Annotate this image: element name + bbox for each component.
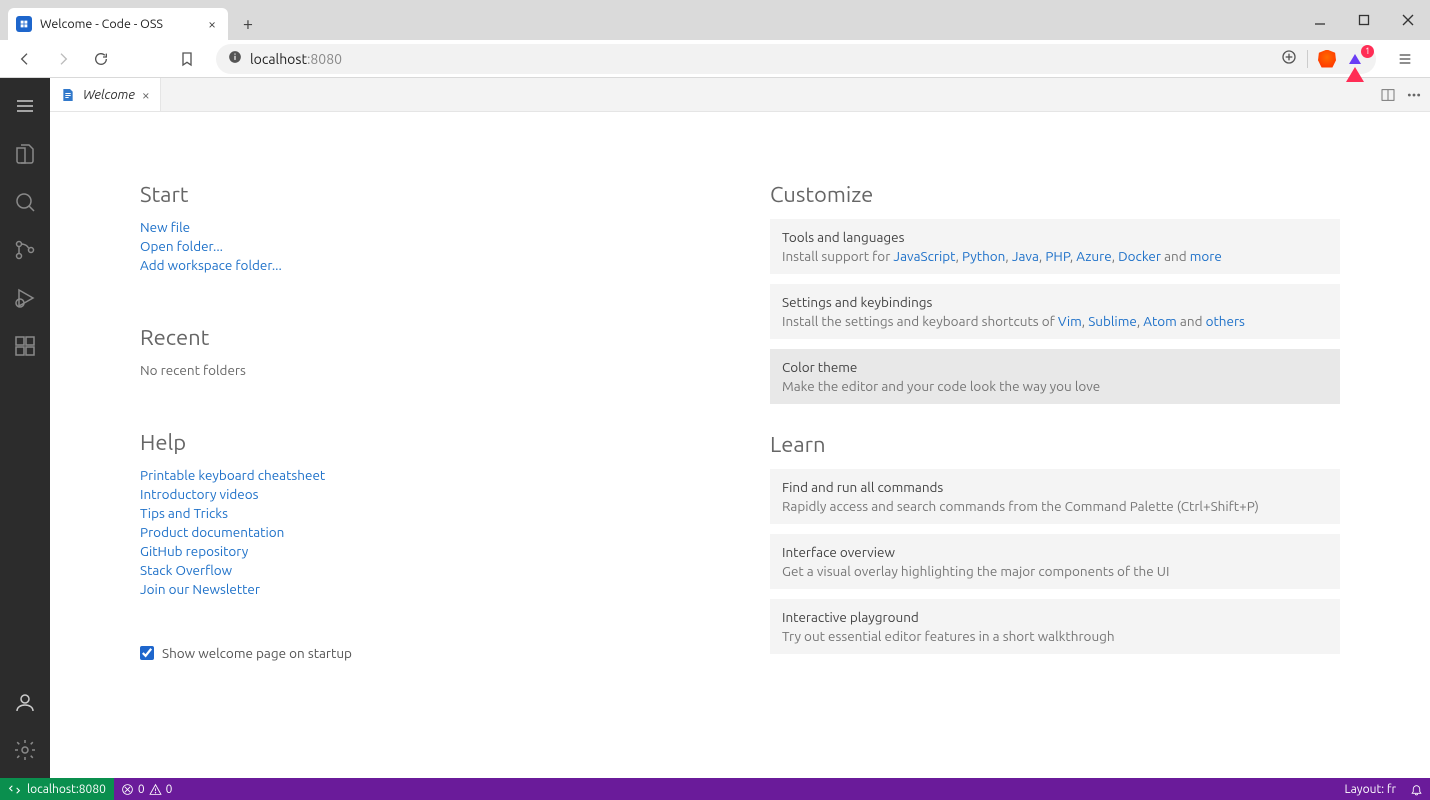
lang-more-link[interactable]: more: [1190, 248, 1222, 264]
menu-button[interactable]: [0, 82, 50, 130]
bookmark-button[interactable]: [172, 44, 202, 74]
card-desc: Install the settings and keyboard shortc…: [782, 313, 1328, 329]
keymap-others-link[interactable]: others: [1206, 313, 1245, 329]
run-debug-icon[interactable]: [0, 274, 50, 322]
reload-button[interactable]: [86, 44, 116, 74]
learn-overview-card[interactable]: Interface overview Get a visual overlay …: [770, 534, 1340, 589]
window-minimize-button[interactable]: [1298, 0, 1342, 40]
show-welcome-checkbox[interactable]: [140, 646, 154, 660]
remote-host-label: localhost:8080: [27, 783, 106, 796]
keymap-vim-link[interactable]: Vim: [1058, 313, 1082, 329]
open-folder-link[interactable]: Open folder...: [140, 238, 710, 254]
customize-tools-card[interactable]: Tools and languages Install support for …: [770, 219, 1340, 274]
help-docs-link[interactable]: Product documentation: [140, 524, 710, 540]
explorer-icon[interactable]: [0, 130, 50, 178]
learn-playground-card[interactable]: Interactive playground Try out essential…: [770, 599, 1340, 654]
help-videos-link[interactable]: Introductory videos: [140, 486, 710, 502]
editor-tab-welcome[interactable]: Welcome ×: [50, 78, 161, 111]
welcome-page: Start New file Open folder... Add worksp…: [50, 112, 1430, 778]
lang-docker-link[interactable]: Docker: [1118, 248, 1161, 264]
brave-rewards-icon[interactable]: 1: [1346, 51, 1364, 67]
learn-commands-card[interactable]: Find and run all commands Rapidly access…: [770, 469, 1340, 524]
start-heading: Start: [140, 182, 710, 207]
new-file-link[interactable]: New file: [140, 219, 710, 235]
new-tab-button[interactable]: +: [234, 10, 262, 38]
add-bookmark-icon[interactable]: [1281, 49, 1297, 68]
toolbar-divider: [1307, 50, 1308, 68]
layout-indicator[interactable]: Layout: fr: [1338, 783, 1403, 796]
address-bar[interactable]: localhost:8080 1: [216, 44, 1376, 74]
rewards-badge: 1: [1361, 45, 1374, 58]
learn-heading: Learn: [770, 432, 1340, 457]
help-tips-link[interactable]: Tips and Tricks: [140, 505, 710, 521]
customize-keybindings-card[interactable]: Settings and keybindings Install the set…: [770, 284, 1340, 339]
card-title: Find and run all commands: [782, 479, 1328, 495]
brave-shields-icon[interactable]: [1318, 50, 1336, 68]
keymap-atom-link[interactable]: Atom: [1143, 313, 1177, 329]
lang-python-link[interactable]: Python: [962, 248, 1005, 264]
problems-button[interactable]: 0 0: [114, 778, 180, 800]
editor-more-icon[interactable]: [1406, 87, 1422, 103]
notifications-icon[interactable]: [1403, 783, 1430, 796]
browser-toolbar: localhost:8080 1: [0, 40, 1430, 78]
browser-menu-button[interactable]: [1390, 51, 1420, 67]
window-maximize-button[interactable]: [1342, 0, 1386, 40]
source-control-icon[interactable]: [0, 226, 50, 274]
recent-empty: No recent folders: [140, 362, 710, 378]
card-title: Interface overview: [782, 544, 1328, 560]
card-desc: Rapidly access and search commands from …: [782, 498, 1328, 514]
browser-tab-close-icon[interactable]: ×: [206, 16, 218, 32]
split-editor-icon[interactable]: [1380, 87, 1396, 103]
activity-bar: [0, 78, 50, 778]
card-desc: Install support for JavaScript, Python, …: [782, 248, 1328, 264]
window-close-button[interactable]: [1386, 0, 1430, 40]
url-port: :8080: [307, 51, 342, 67]
welcome-file-icon: [60, 87, 76, 103]
card-title: Color theme: [782, 359, 1328, 375]
accounts-icon[interactable]: [0, 678, 50, 726]
recent-heading: Recent: [140, 325, 710, 350]
help-cheatsheet-link[interactable]: Printable keyboard cheatsheet: [140, 467, 710, 483]
extensions-icon[interactable]: [0, 322, 50, 370]
browser-tab[interactable]: Welcome - Code - OSS ×: [8, 8, 228, 40]
browser-tab-title: Welcome - Code - OSS: [40, 17, 198, 31]
card-title: Interactive playground: [782, 609, 1328, 625]
card-title: Tools and languages: [782, 229, 1328, 245]
show-welcome-label: Show welcome page on startup: [162, 645, 352, 661]
nav-back-button[interactable]: [10, 44, 40, 74]
error-count: 0: [138, 783, 145, 796]
remote-host-button[interactable]: localhost:8080: [0, 778, 114, 800]
help-github-link[interactable]: GitHub repository: [140, 543, 710, 559]
lang-js-link[interactable]: JavaScript: [893, 248, 955, 264]
customize-heading: Customize: [770, 182, 1340, 207]
status-bar: localhost:8080 0 0 Layout: fr: [0, 778, 1430, 800]
help-newsletter-link[interactable]: Join our Newsletter: [140, 581, 710, 597]
browser-titlebar: Welcome - Code - OSS × +: [0, 0, 1430, 40]
site-info-icon[interactable]: [228, 50, 242, 67]
card-desc: Try out essential editor features in a s…: [782, 628, 1328, 644]
lang-java-link[interactable]: Java: [1012, 248, 1039, 264]
search-icon[interactable]: [0, 178, 50, 226]
card-desc: Get a visual overlay highlighting the ma…: [782, 563, 1328, 579]
help-heading: Help: [140, 430, 710, 455]
editor-tab-label: Welcome: [83, 88, 135, 102]
favicon-icon: [16, 16, 32, 32]
nav-forward-button[interactable]: [48, 44, 78, 74]
url-host: localhost: [250, 51, 307, 67]
add-workspace-link[interactable]: Add workspace folder...: [140, 257, 710, 273]
settings-gear-icon[interactable]: [0, 726, 50, 774]
keymap-sublime-link[interactable]: Sublime: [1088, 313, 1137, 329]
customize-theme-card[interactable]: Color theme Make the editor and your cod…: [770, 349, 1340, 404]
help-stackoverflow-link[interactable]: Stack Overflow: [140, 562, 710, 578]
editor-tab-close-icon[interactable]: ×: [142, 87, 150, 103]
card-desc: Make the editor and your code look the w…: [782, 378, 1328, 394]
lang-azure-link[interactable]: Azure: [1076, 248, 1111, 264]
warning-count: 0: [166, 783, 173, 796]
card-title: Settings and keybindings: [782, 294, 1328, 310]
editor-tabbar: Welcome ×: [50, 78, 1430, 112]
url-text: localhost:8080: [250, 51, 342, 67]
lang-php-link[interactable]: PHP: [1045, 248, 1069, 264]
